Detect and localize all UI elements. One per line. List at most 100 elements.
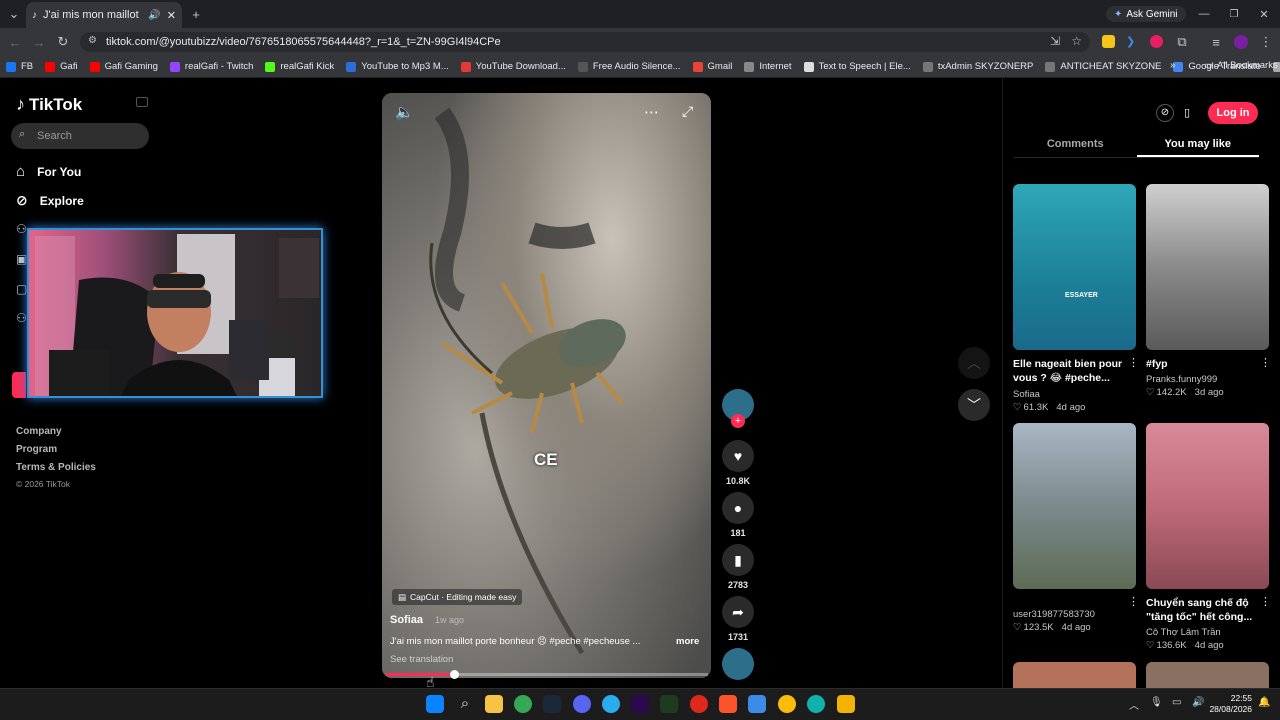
card-user[interactable]: Pranks.funny999 (1146, 374, 1217, 385)
bookmark-item[interactable]: Gmail (692, 61, 732, 72)
bookmark-item[interactable]: FB (6, 61, 33, 72)
file-explorer-icon[interactable] (485, 695, 503, 713)
premiere-icon[interactable] (631, 695, 649, 713)
tab-audio-icon[interactable]: 🔊 (148, 10, 160, 21)
bookmark-item[interactable]: Gafi Gaming (89, 61, 158, 72)
extension-icon[interactable] (1102, 35, 1115, 48)
bookmark-item[interactable]: txAdmin SKYZONERP (922, 61, 1033, 72)
mobile-icon[interactable]: ▯ (1178, 104, 1196, 122)
extension-icon[interactable] (1150, 35, 1163, 48)
card-title[interactable]: #fyp (1146, 357, 1264, 371)
close-window-icon[interactable]: ✕ (1254, 4, 1274, 24)
profile-icon[interactable]: ⚇ (16, 311, 27, 325)
extensions-puzzle-icon[interactable]: ⧉ (1172, 32, 1192, 52)
card-more-icon[interactable]: ⋮ (1260, 356, 1271, 369)
nav-for-you[interactable]: ⌂ For You (16, 163, 81, 180)
live-icon[interactable]: ▢ (16, 282, 27, 296)
search-input[interactable]: ⌕ Search (11, 123, 149, 149)
new-tab-icon[interactable]: + (186, 4, 206, 24)
bookmark-item[interactable]: Free Audio Silence... (577, 61, 681, 72)
music-disc-avatar[interactable] (722, 648, 754, 680)
card-more-icon[interactable]: ⋮ (1128, 595, 1139, 608)
card-title[interactable]: Elle nageait bien pour vous ? 😂 #peche..… (1013, 357, 1131, 385)
minimize-icon[interactable]: — (1194, 4, 1214, 24)
ask-gemini-button[interactable]: ✦ Ask Gemini (1106, 6, 1186, 22)
card-more-icon[interactable]: ⋮ (1260, 595, 1271, 608)
share-button[interactable]: ➦ (722, 596, 754, 628)
steam-icon[interactable] (543, 695, 561, 713)
install-icon[interactable]: ⇲ (1050, 34, 1060, 48)
tiktok-logo[interactable]: ♪ TikTok (16, 94, 82, 115)
bookmark-star-icon[interactable]: ☆ (1071, 34, 1082, 48)
brave-icon[interactable] (719, 695, 737, 713)
discord-icon[interactable] (573, 695, 591, 713)
like-button[interactable]: ♥ (722, 440, 754, 472)
capcut-badge[interactable]: ▤ CapCut · Editing made easy (392, 589, 523, 605)
comment-button[interactable]: ● (722, 492, 754, 524)
bookmark-item[interactable]: YouTube Download... (460, 61, 566, 72)
network-icon[interactable]: ▭ (1172, 697, 1181, 708)
profile-avatar[interactable] (1234, 35, 1248, 49)
tab-close-icon[interactable]: ✕ (167, 9, 176, 22)
chrome-icon[interactable] (514, 695, 532, 713)
opera-icon[interactable] (690, 695, 708, 713)
footer-terms[interactable]: Terms & Policies (16, 462, 96, 473)
clock[interactable]: 22:55 28/08/2026 (1208, 693, 1252, 715)
tab-you-may-like[interactable]: You may like (1136, 131, 1259, 157)
next-video-button[interactable]: ﹀ (958, 389, 990, 421)
login-button[interactable]: Log in (1208, 102, 1258, 124)
card-thumbnail[interactable] (1146, 423, 1269, 589)
chrome-canary-icon[interactable] (778, 695, 796, 713)
notification-icon[interactable]: 🔔 (1258, 697, 1270, 708)
previous-video-button[interactable]: ︿ (958, 347, 990, 379)
taskbar-search-icon[interactable]: ⌕ (456, 695, 474, 713)
app-icon[interactable] (660, 695, 678, 713)
card-thumbnail[interactable] (1013, 662, 1136, 688)
card-user[interactable]: user319877583730 (1013, 609, 1095, 620)
bookmark-item[interactable]: Gafi (45, 61, 78, 72)
bookmark-item[interactable]: Text to Speech | Ele... (803, 61, 911, 72)
bookmark-item[interactable]: Internet (744, 61, 792, 72)
following-icon[interactable]: ⚇ (16, 222, 27, 236)
telegram-icon[interactable] (602, 695, 620, 713)
footer-program[interactable]: Program (16, 444, 57, 455)
card-thumbnail[interactable] (1146, 184, 1269, 350)
card-title[interactable]: Chuyển sang chế độ "tăng tốc" hết công..… (1146, 596, 1264, 624)
card-user[interactable]: Sofiaa (1013, 389, 1040, 400)
bookmark-item[interactable]: realGafi - Twitch (169, 61, 253, 72)
more-link[interactable]: more (676, 636, 699, 647)
volume-tray-icon[interactable]: 🔊 (1192, 697, 1204, 708)
collapse-sidebar-icon[interactable] (136, 97, 148, 107)
tab-search-icon[interactable]: ⌄ (4, 4, 24, 24)
reload-icon[interactable]: ↻ (53, 32, 73, 52)
more-options-icon[interactable]: ⋯ (644, 103, 659, 121)
video-progress-knob[interactable] (450, 670, 459, 679)
media-control-icon[interactable]: ≡ (1206, 32, 1226, 52)
bookmark-item[interactable]: YouTube to Mp3 M... (346, 61, 449, 72)
video-player[interactable]: CE 🔈 ⋯ ⤢ ▤ CapCut · Editing made easy So… (382, 93, 711, 678)
address-bar[interactable]: ⚙ tiktok.com/@youtubizz/video/7676518065… (80, 32, 1090, 52)
tab-comments[interactable]: Comments (1014, 131, 1137, 157)
browser-menu-icon[interactable]: ⋮ (1256, 32, 1276, 52)
footer-company[interactable]: Company (16, 426, 62, 437)
video-author[interactable]: Sofiaa (390, 614, 423, 626)
card-more-icon[interactable]: ⋮ (1128, 356, 1139, 369)
all-bookmarks-button[interactable]: ▭ All Bookmarks (1204, 60, 1278, 71)
see-translation-link[interactable]: See translation (390, 654, 453, 665)
forward-icon[interactable]: → (29, 32, 49, 52)
card-thumbnail[interactable] (1146, 662, 1269, 688)
bookmark-item[interactable]: ANTICHEAT SKYZONE (1045, 61, 1161, 72)
site-info-icon[interactable]: ⚙ (88, 35, 97, 46)
bookmark-item[interactable]: realGafi Kick (265, 61, 334, 72)
nav-explore[interactable]: ⊘ Explore (16, 192, 84, 209)
fullscreen-icon[interactable]: ⤢ (682, 103, 693, 120)
rockstar-icon[interactable] (837, 695, 855, 713)
browser-tab[interactable]: ♪ J'ai mis mon maillot porte b 🔊 ✕ (26, 2, 182, 28)
card-thumbnail[interactable]: ESSAYER (1013, 184, 1136, 350)
sidebar-login-button[interactable] (12, 372, 26, 398)
windows-start-icon[interactable] (426, 695, 444, 713)
back-icon[interactable]: ← (5, 32, 25, 52)
upload-icon[interactable]: ▣ (16, 252, 27, 266)
edge-icon[interactable] (807, 695, 825, 713)
save-button[interactable]: ▮ (722, 544, 754, 576)
